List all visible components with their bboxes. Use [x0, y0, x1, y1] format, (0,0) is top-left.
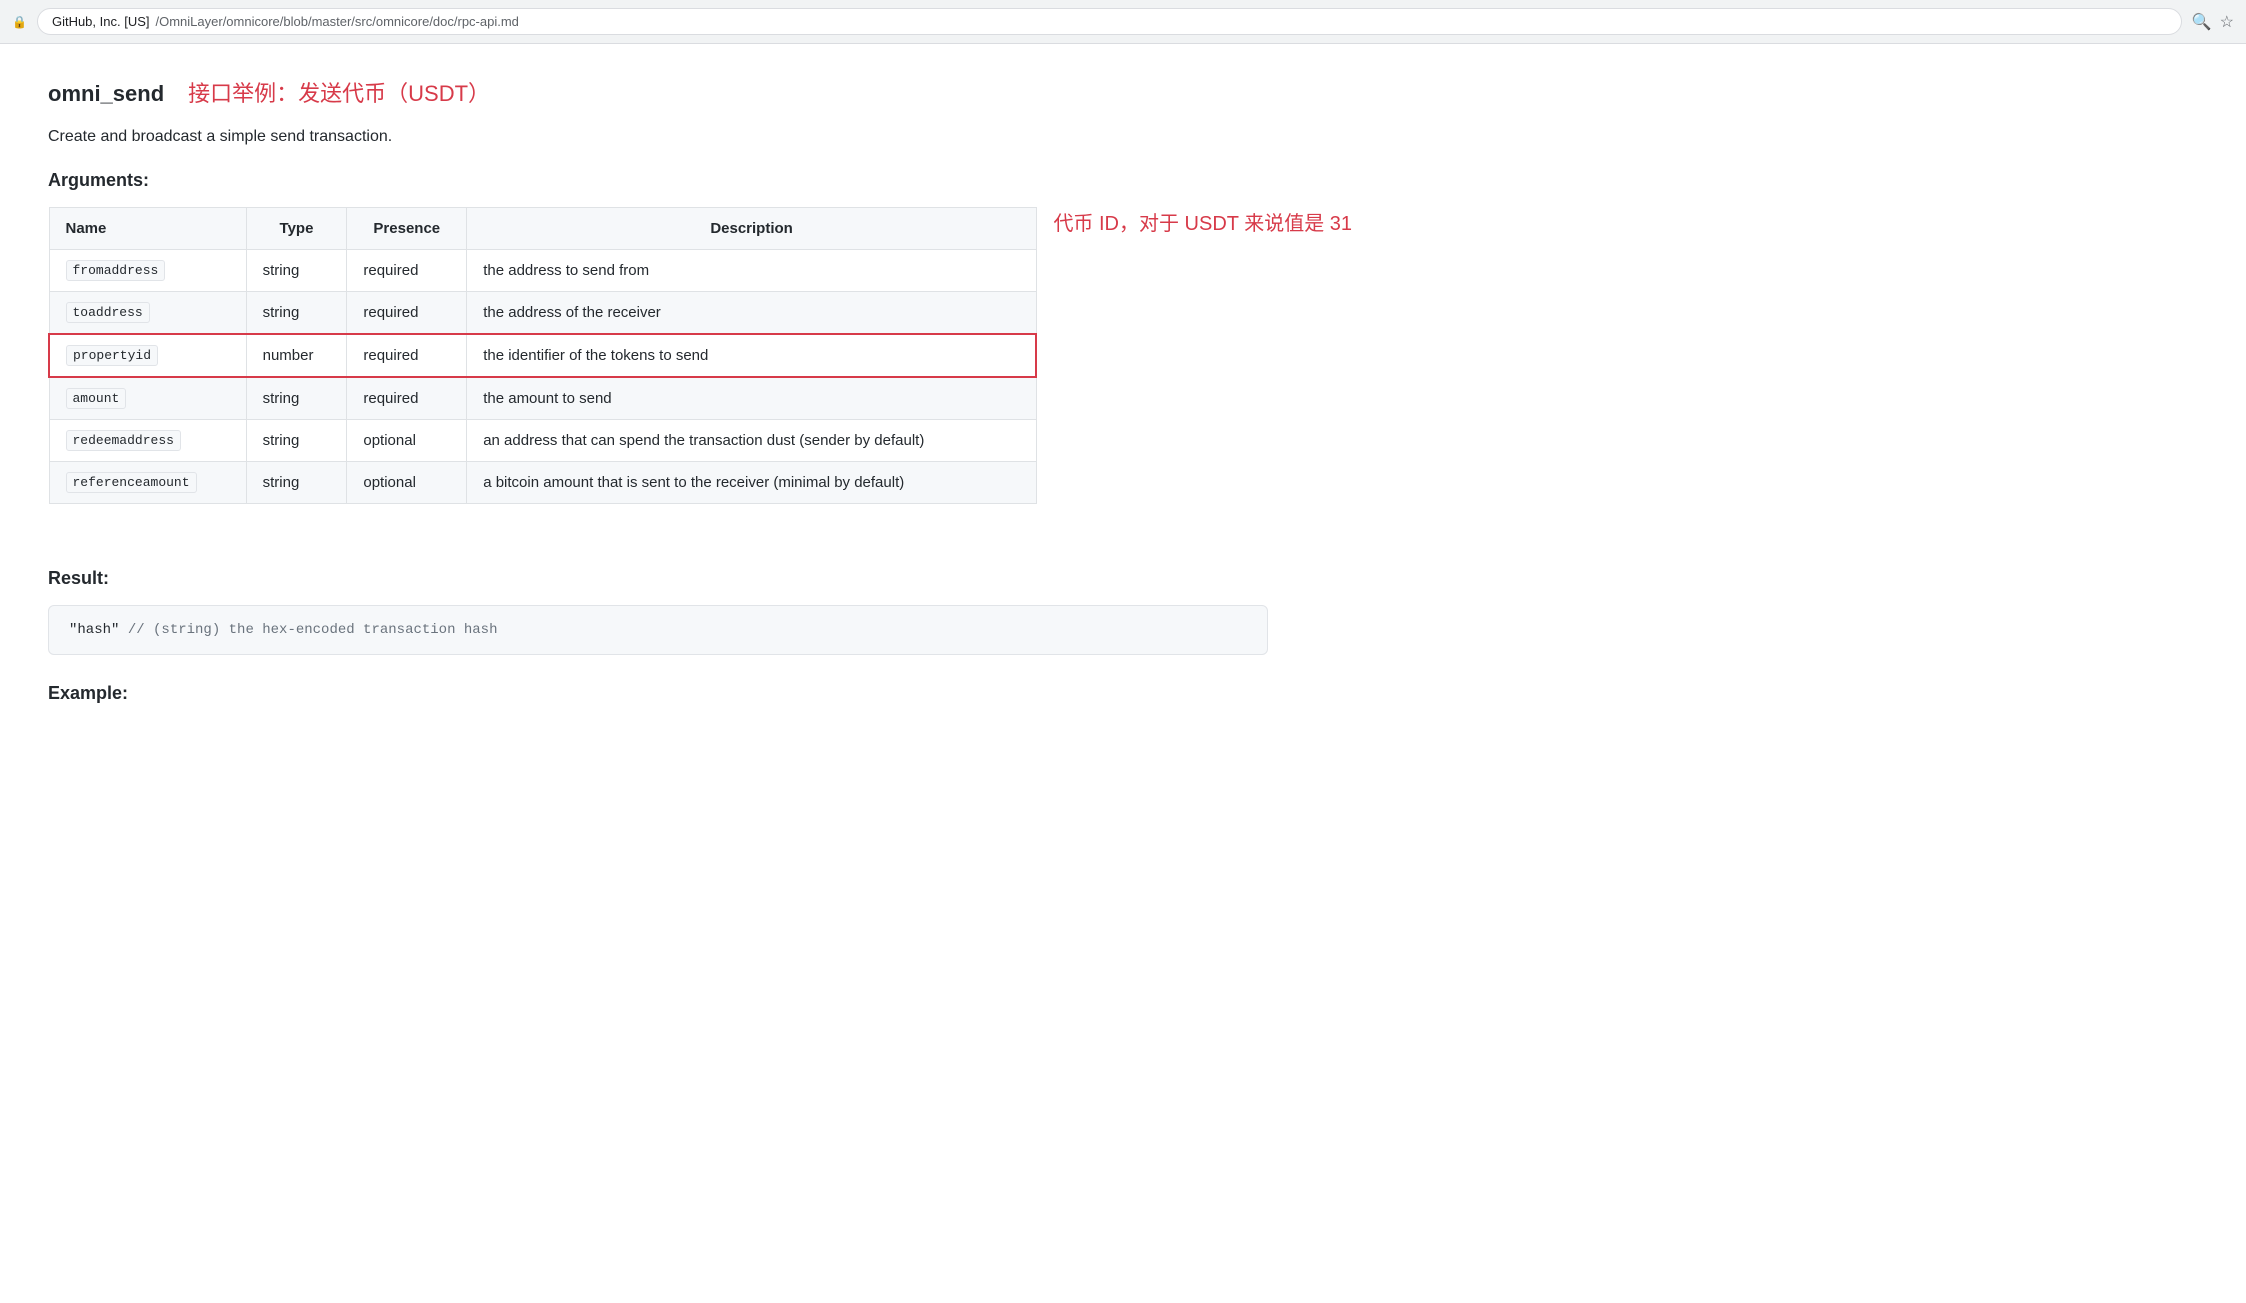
- col-header-presence: Presence: [347, 208, 467, 250]
- param-name-code: referenceamount: [66, 472, 197, 493]
- param-name-code: amount: [66, 388, 127, 409]
- cell-name: referenceamount: [49, 462, 246, 504]
- cell-description: an address that can spend the transactio…: [467, 420, 1037, 462]
- table-row: propertyid numberrequiredthe identifier o…: [49, 334, 1036, 377]
- col-header-name: Name: [49, 208, 246, 250]
- table-row: fromaddress stringrequiredthe address to …: [49, 250, 1036, 292]
- example-section: Example:: [48, 683, 1352, 704]
- cell-type: string: [246, 420, 347, 462]
- cell-type: string: [246, 377, 347, 420]
- cell-description: the amount to send: [467, 377, 1037, 420]
- cell-type: string: [246, 292, 347, 335]
- cell-presence: optional: [347, 420, 467, 462]
- cell-name: toaddress: [49, 292, 246, 335]
- table-section: Name Type Presence Description fromaddre…: [48, 207, 1352, 536]
- propertyid-annotation: 代币 ID，对于 USDT 来说值是 31: [1053, 207, 1352, 236]
- table-header-row: Name Type Presence Description: [49, 208, 1036, 250]
- result-hash: "hash": [69, 622, 119, 638]
- param-name-code: fromaddress: [66, 260, 166, 281]
- table-row: amount stringrequiredthe amount to send: [49, 377, 1036, 420]
- star-icon[interactable]: ☆: [2220, 12, 2234, 32]
- col-header-type: Type: [246, 208, 347, 250]
- param-name-code: toaddress: [66, 302, 150, 323]
- table-row: toaddress stringrequiredthe address of th…: [49, 292, 1036, 335]
- address-bar[interactable]: GitHub, Inc. [US] /OmniLayer/omnicore/bl…: [37, 8, 2182, 35]
- col-header-description: Description: [467, 208, 1037, 250]
- description: Create and broadcast a simple send trans…: [48, 128, 1352, 146]
- cell-name: fromaddress: [49, 250, 246, 292]
- chinese-title: 接口举例：发送代币（USDT）: [188, 76, 490, 108]
- cell-name: redeemaddress: [49, 420, 246, 462]
- cell-presence: optional: [347, 462, 467, 504]
- cell-type: number: [246, 334, 347, 377]
- result-section: Result: "hash" // (string) the hex-encod…: [48, 568, 1352, 655]
- result-title: Result:: [48, 568, 1352, 589]
- lock-icon: 🔒: [12, 15, 27, 29]
- cell-presence: required: [347, 334, 467, 377]
- api-name: omni_send: [48, 81, 164, 107]
- arguments-table: Name Type Presence Description fromaddre…: [48, 207, 1037, 504]
- title-area: omni_send 接口举例：发送代币（USDT）: [48, 76, 1352, 108]
- param-name-code: redeemaddress: [66, 430, 181, 451]
- cell-presence: required: [347, 292, 467, 335]
- table-row: referenceamount stringoptionala bitcoin a…: [49, 462, 1036, 504]
- cell-description: the address of the receiver: [467, 292, 1037, 335]
- browser-chrome: 🔒 GitHub, Inc. [US] /OmniLayer/omnicore/…: [0, 0, 2246, 44]
- arguments-title: Arguments:: [48, 170, 1352, 191]
- result-comment: // (string) the hex-encoded transaction …: [119, 622, 497, 638]
- cell-type: string: [246, 462, 347, 504]
- cell-description: a bitcoin amount that is sent to the rec…: [467, 462, 1037, 504]
- cell-name: amount: [49, 377, 246, 420]
- search-icon[interactable]: 🔍: [2192, 12, 2212, 32]
- example-title: Example:: [48, 683, 1352, 704]
- cell-presence: required: [347, 250, 467, 292]
- cell-presence: required: [347, 377, 467, 420]
- table-row: redeemaddress stringoptionalan address th…: [49, 420, 1036, 462]
- url-path: /OmniLayer/omnicore/blob/master/src/omni…: [156, 14, 519, 29]
- url-origin: GitHub, Inc. [US]: [52, 14, 150, 29]
- page-content: omni_send 接口举例：发送代币（USDT） Create and bro…: [0, 44, 1400, 744]
- param-name-code: propertyid: [66, 345, 158, 366]
- cell-description: the identifier of the tokens to send: [467, 334, 1037, 377]
- result-code-block: "hash" // (string) the hex-encoded trans…: [48, 605, 1268, 655]
- cell-type: string: [246, 250, 347, 292]
- cell-name: propertyid: [49, 334, 246, 377]
- browser-icons: 🔍 ☆: [2192, 12, 2234, 32]
- cell-description: the address to send from: [467, 250, 1037, 292]
